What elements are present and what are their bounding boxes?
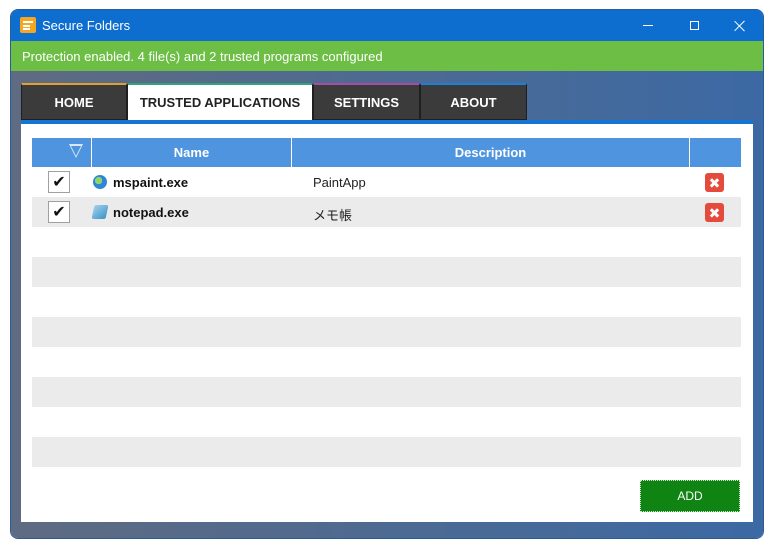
- empty-row: [32, 287, 741, 317]
- maximize-button[interactable]: [671, 10, 717, 41]
- program-name: notepad.exe: [113, 205, 189, 220]
- secure-folders-app-icon: [20, 17, 36, 33]
- empty-row: [32, 257, 741, 287]
- empty-row: [32, 227, 741, 257]
- empty-row: [32, 407, 741, 437]
- program-description: メモ帳: [313, 208, 353, 223]
- grid-header: Name Description: [32, 138, 741, 167]
- status-banner: Protection enabled. 4 file(s) and 2 trus…: [11, 41, 763, 71]
- header-description[interactable]: Description: [292, 138, 690, 167]
- delete-button[interactable]: ✖: [705, 173, 724, 192]
- empty-row: [32, 347, 741, 377]
- minimize-icon: [643, 25, 653, 26]
- program-name: mspaint.exe: [113, 175, 189, 190]
- close-icon: [734, 20, 746, 32]
- program-description: PaintApp: [313, 175, 366, 190]
- filter-icon[interactable]: [69, 144, 83, 158]
- row-checkbox[interactable]: ✔: [48, 201, 70, 223]
- tab-trusted-applications[interactable]: TRUSTED APPLICATIONS: [127, 83, 313, 120]
- table-row[interactable]: ✔ notepad.exe メモ帳 ✖: [32, 197, 741, 227]
- table-row[interactable]: ✔ mspaint.exe PaintApp ✖: [32, 167, 741, 197]
- delete-button[interactable]: ✖: [705, 203, 724, 222]
- trusted-applications-panel: Name Description ✔ mspaint.exe PaintApp …: [21, 120, 753, 522]
- header-actions: [690, 138, 741, 167]
- notepad-app-icon: [91, 205, 109, 219]
- paint-app-icon: [93, 175, 107, 189]
- app-window: Secure Folders Protection enabled. 4 fil…: [11, 10, 763, 538]
- row-checkbox[interactable]: ✔: [48, 171, 70, 193]
- title-bar[interactable]: Secure Folders: [11, 10, 763, 41]
- status-message: Protection enabled. 4 file(s) and 2 trus…: [22, 49, 383, 64]
- empty-row: [32, 317, 741, 347]
- tab-about[interactable]: ABOUT: [420, 83, 527, 120]
- empty-row: [32, 437, 741, 467]
- header-check-column[interactable]: [32, 138, 92, 167]
- add-button[interactable]: ADD: [640, 480, 740, 512]
- window-title: Secure Folders: [42, 18, 131, 33]
- tab-home[interactable]: HOME: [21, 83, 127, 120]
- close-button[interactable]: [717, 10, 763, 41]
- minimize-button[interactable]: [625, 10, 671, 41]
- maximize-icon: [689, 21, 699, 30]
- empty-row: [32, 377, 741, 407]
- header-name[interactable]: Name: [92, 138, 292, 167]
- tab-settings[interactable]: SETTINGS: [313, 83, 420, 120]
